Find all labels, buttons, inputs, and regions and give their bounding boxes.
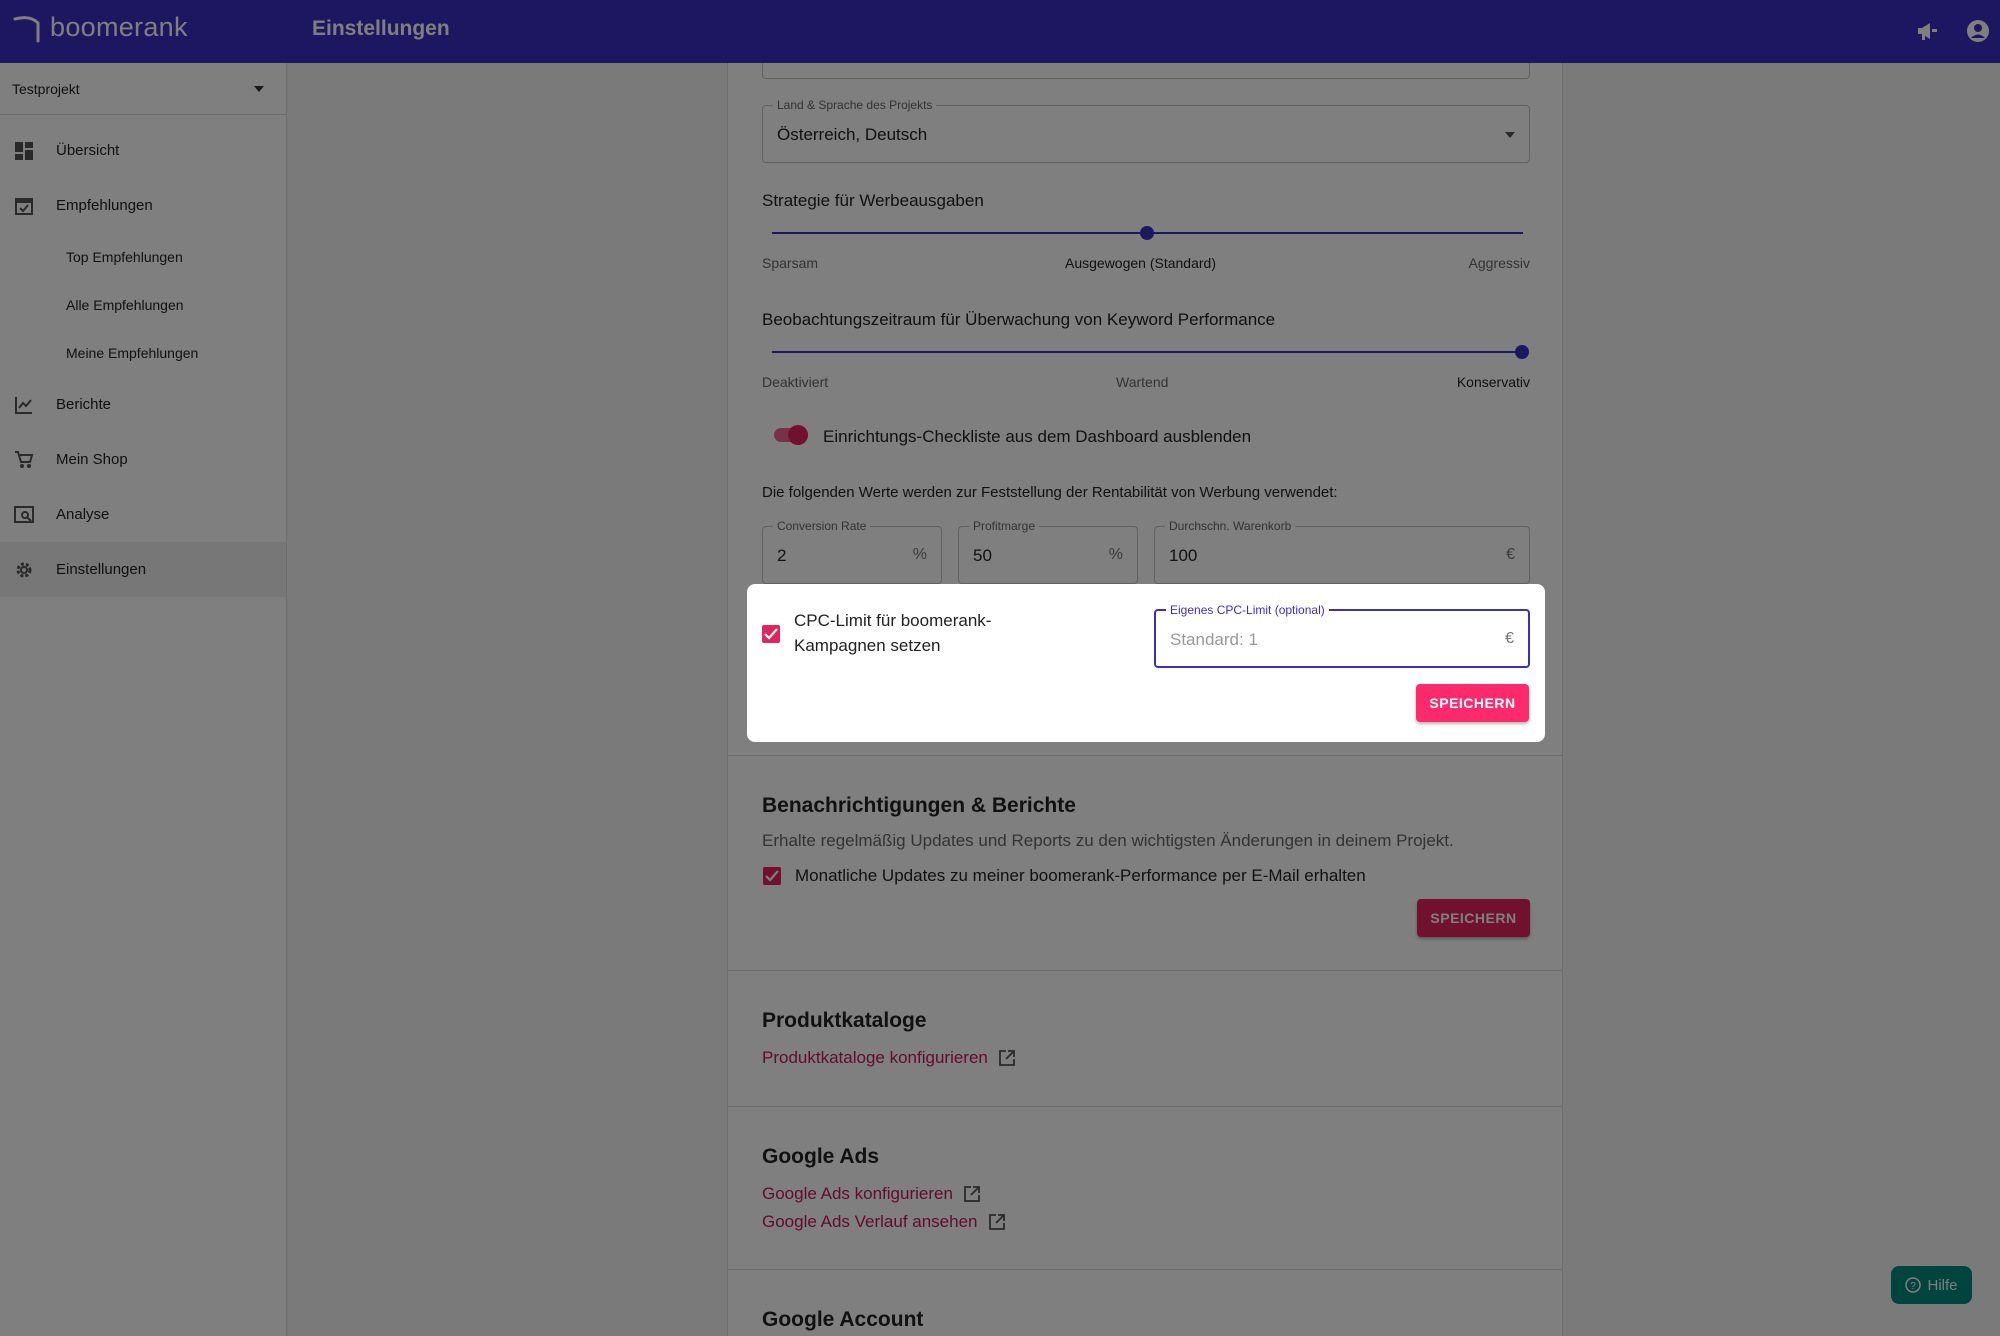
- cpc-limit-field-label: Eigenes CPC-Limit (optional): [1166, 603, 1329, 617]
- euro-unit: €: [1505, 630, 1514, 647]
- cpc-limit-placeholder: Standard: 1: [1170, 630, 1258, 649]
- cpc-limit-spotlight: CPC-Limit für boomerank- Kampagnen setze…: [747, 584, 1545, 742]
- cpc-limit-checkbox-label: Kampagnen setzen: [794, 636, 941, 655]
- cpc-limit-field[interactable]: Eigenes CPC-Limit (optional) Standard: 1…: [1154, 603, 1530, 668]
- cpc-limit-save-button[interactable]: SPEICHERN: [1416, 684, 1529, 722]
- check-icon: [764, 628, 778, 640]
- cpc-limit-checkbox-label: CPC-Limit für boomerank-: [794, 611, 992, 630]
- cpc-limit-checkbox[interactable]: [762, 625, 780, 643]
